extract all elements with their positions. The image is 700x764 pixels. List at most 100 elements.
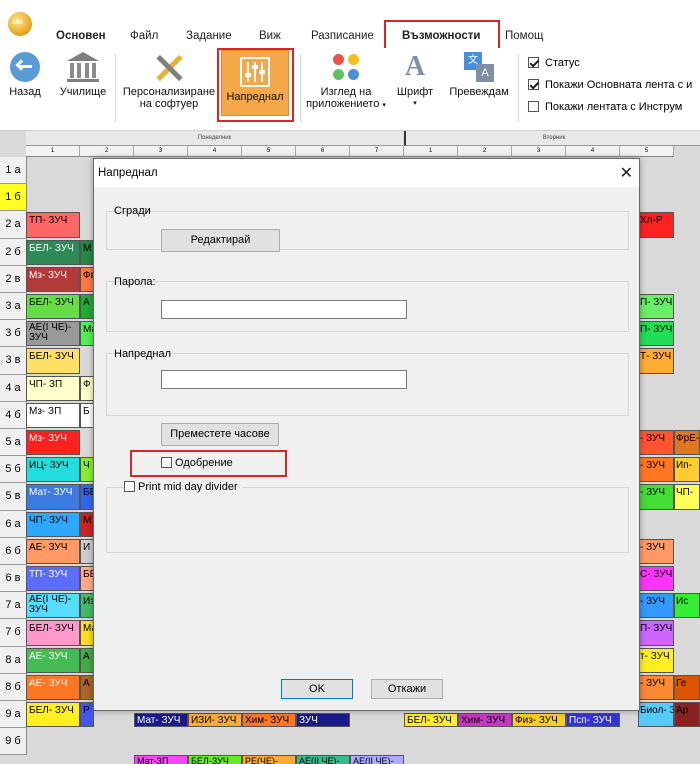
lesson-cell[interactable]: АЕ- ЗУЧ xyxy=(26,538,80,564)
lesson-cell[interactable]: Хим- ЗУЧ xyxy=(458,713,512,728)
class-row-label[interactable]: 1 а xyxy=(0,157,27,185)
lesson-cell[interactable]: т- ЗУЧ xyxy=(638,647,674,673)
lesson-cell[interactable]: БЕЛ- ЗУЧ xyxy=(26,294,80,320)
password-input[interactable] xyxy=(161,300,407,319)
lesson-cell[interactable]: АЕ(І ЧЕ)- ЗУЧ xyxy=(26,321,80,347)
lesson-cell[interactable]: БЕЛ-ЗУЧ xyxy=(188,755,242,764)
lesson-cell[interactable]: Биол- ЗУЧ xyxy=(638,702,674,728)
lesson-cell[interactable]: БЕЛ- ЗУЧ xyxy=(26,239,80,265)
lesson-cell[interactable]: Хим- ЗУЧ xyxy=(242,713,296,728)
tab-file[interactable]: Файл xyxy=(130,30,158,42)
class-row-label[interactable]: 5 а xyxy=(0,429,27,457)
lesson-cell[interactable]: Мз- ЗУЧ xyxy=(26,266,80,292)
lesson-cell[interactable]: П- ЗУЧ xyxy=(638,294,674,320)
class-row-label[interactable]: 3 в xyxy=(0,347,27,375)
lesson-cell[interactable]: Б xyxy=(80,402,94,428)
edit-buildings-button[interactable]: Редактирай xyxy=(161,229,280,252)
cancel-button[interactable]: Откажи xyxy=(371,679,443,699)
show-tools-bar-checkbox[interactable]: Покажи лентата с Инструм xyxy=(528,101,682,113)
lesson-cell[interactable]: М xyxy=(80,239,94,265)
lesson-cell[interactable]: Ар xyxy=(674,702,700,728)
class-row-label[interactable]: 9 б xyxy=(0,728,27,756)
lesson-cell[interactable]: АЕ- ЗУЧ xyxy=(26,647,80,673)
lesson-cell[interactable]: ИЗИ- ЗУЧ xyxy=(188,713,242,728)
lesson-cell[interactable]: АЕ(І ЧЕ)- ЗУЧ xyxy=(26,593,80,619)
back-button[interactable]: Назад xyxy=(6,52,44,98)
close-icon[interactable]: ✕ xyxy=(620,163,633,183)
lesson-cell[interactable]: Т- ЗУЧ xyxy=(638,348,674,374)
lesson-cell[interactable]: БЕ xyxy=(80,484,94,510)
tab-timetable[interactable]: Разписание xyxy=(311,30,374,42)
class-row-label[interactable]: 7 а xyxy=(0,592,27,620)
class-row-label[interactable]: 9 а xyxy=(0,701,27,729)
class-row-label[interactable]: 3 а xyxy=(0,293,27,321)
lesson-cell[interactable]: Хл-Р xyxy=(638,212,674,238)
lesson-cell[interactable]: ЧП- xyxy=(674,484,700,510)
lesson-cell[interactable]: - ЗУЧ xyxy=(638,484,674,510)
status-checkbox[interactable]: Статус xyxy=(528,57,580,69)
advanced-input[interactable] xyxy=(161,370,407,389)
lesson-cell[interactable]: П- ЗУЧ xyxy=(638,321,674,347)
lesson-cell[interactable]: АЕ- ЗУЧ xyxy=(26,674,80,700)
lesson-cell[interactable]: Фв xyxy=(80,266,94,292)
lesson-cell[interactable]: И xyxy=(80,538,94,564)
class-row-label[interactable]: 3 б xyxy=(0,320,27,348)
lesson-cell[interactable]: С- ЗУЧ xyxy=(638,566,674,592)
lesson-cell[interactable]: - ЗУЧ xyxy=(638,457,674,483)
lesson-cell[interactable]: ЧП- ЗУЧ xyxy=(26,511,80,537)
lesson-cell[interactable]: Мат-ЗП xyxy=(134,755,188,764)
lesson-cell[interactable]: ЧП- ЗП xyxy=(26,375,80,401)
print-mid-day-divider-checkbox[interactable]: Print mid day divider xyxy=(124,481,242,493)
lesson-cell[interactable]: А xyxy=(80,674,94,700)
customize-software-button[interactable]: Персонализиране на софтуер xyxy=(120,52,218,110)
lesson-cell[interactable]: ИЦ- ЗУЧ xyxy=(26,457,80,483)
class-row-label[interactable]: 2 в xyxy=(0,265,27,293)
lesson-cell[interactable]: Из xyxy=(80,593,94,619)
class-row-label[interactable]: 6 б xyxy=(0,537,27,565)
lesson-cell[interactable]: Ип- xyxy=(674,457,700,483)
class-row-label[interactable]: 6 а xyxy=(0,510,27,538)
lesson-cell[interactable]: Р xyxy=(80,702,94,728)
lesson-cell[interactable]: М xyxy=(80,511,94,537)
tab-view[interactable]: Виж xyxy=(259,30,281,42)
lesson-cell[interactable]: Мат- ЗУЧ xyxy=(26,484,80,510)
lesson-cell[interactable]: Мз- ЗУЧ xyxy=(26,430,80,456)
class-row-label[interactable]: 5 в xyxy=(0,483,27,511)
lesson-cell[interactable]: - ЗУЧ xyxy=(638,538,674,564)
lesson-cell[interactable]: БЕЛ- ЗУЧ xyxy=(26,620,80,646)
show-main-bar-checkbox[interactable]: Покажи Основната лента с и xyxy=(528,79,692,91)
tab-assignment[interactable]: Задание xyxy=(186,30,232,42)
lesson-cell[interactable]: Физ- ЗУЧ xyxy=(512,713,566,728)
lesson-cell[interactable]: ЗУЧ xyxy=(296,713,350,728)
lesson-cell[interactable]: БЕЛ- ЗУЧ xyxy=(404,713,458,728)
school-button[interactable]: Училище xyxy=(56,52,110,98)
class-row-label[interactable]: 2 а xyxy=(0,211,27,239)
class-row-label[interactable]: 1 б xyxy=(0,184,27,212)
class-row-label[interactable]: 8 б xyxy=(0,673,27,701)
class-row-label[interactable]: 8 а xyxy=(0,646,27,674)
class-row-label[interactable]: 6 в xyxy=(0,565,27,593)
class-row-label[interactable]: 2 б xyxy=(0,238,27,266)
tab-help[interactable]: Помощ xyxy=(505,30,543,42)
lesson-cell[interactable]: - ЗУЧ xyxy=(638,430,674,456)
lesson-cell[interactable]: Ч xyxy=(80,457,94,483)
lesson-cell[interactable]: ТП- ЗУЧ xyxy=(26,566,80,592)
translate-button[interactable]: 文 A Превеждам xyxy=(446,52,512,98)
lesson-cell[interactable]: - ЗУЧ xyxy=(638,674,674,700)
app-bell-icon[interactable]: aSc xyxy=(8,12,32,36)
lesson-cell[interactable]: А xyxy=(80,647,94,673)
lesson-cell[interactable]: БЕЛ- ЗУЧ xyxy=(26,702,80,728)
font-button[interactable]: A Шрифт ▾ xyxy=(393,52,437,110)
class-row-label[interactable]: 5 б xyxy=(0,456,27,484)
lesson-cell[interactable]: - ЗУЧ xyxy=(638,593,674,619)
lesson-cell[interactable]: БЕЛ- ЗУЧ xyxy=(26,348,80,374)
lesson-cell[interactable]: Псп- ЗУЧ xyxy=(566,713,620,728)
lesson-cell[interactable]: Ис xyxy=(674,593,700,619)
class-row-label[interactable]: 4 а xyxy=(0,374,27,402)
lesson-cell[interactable]: Мат- ЗУЧ xyxy=(134,713,188,728)
lesson-cell[interactable]: А xyxy=(80,294,94,320)
lesson-cell[interactable]: АЕ(ІІ ЧЕ)- xyxy=(296,755,350,764)
class-row-label[interactable]: 7 б xyxy=(0,619,27,647)
class-row-label[interactable]: 4 б xyxy=(0,401,27,429)
lesson-cell[interactable]: БЕ xyxy=(80,566,94,592)
